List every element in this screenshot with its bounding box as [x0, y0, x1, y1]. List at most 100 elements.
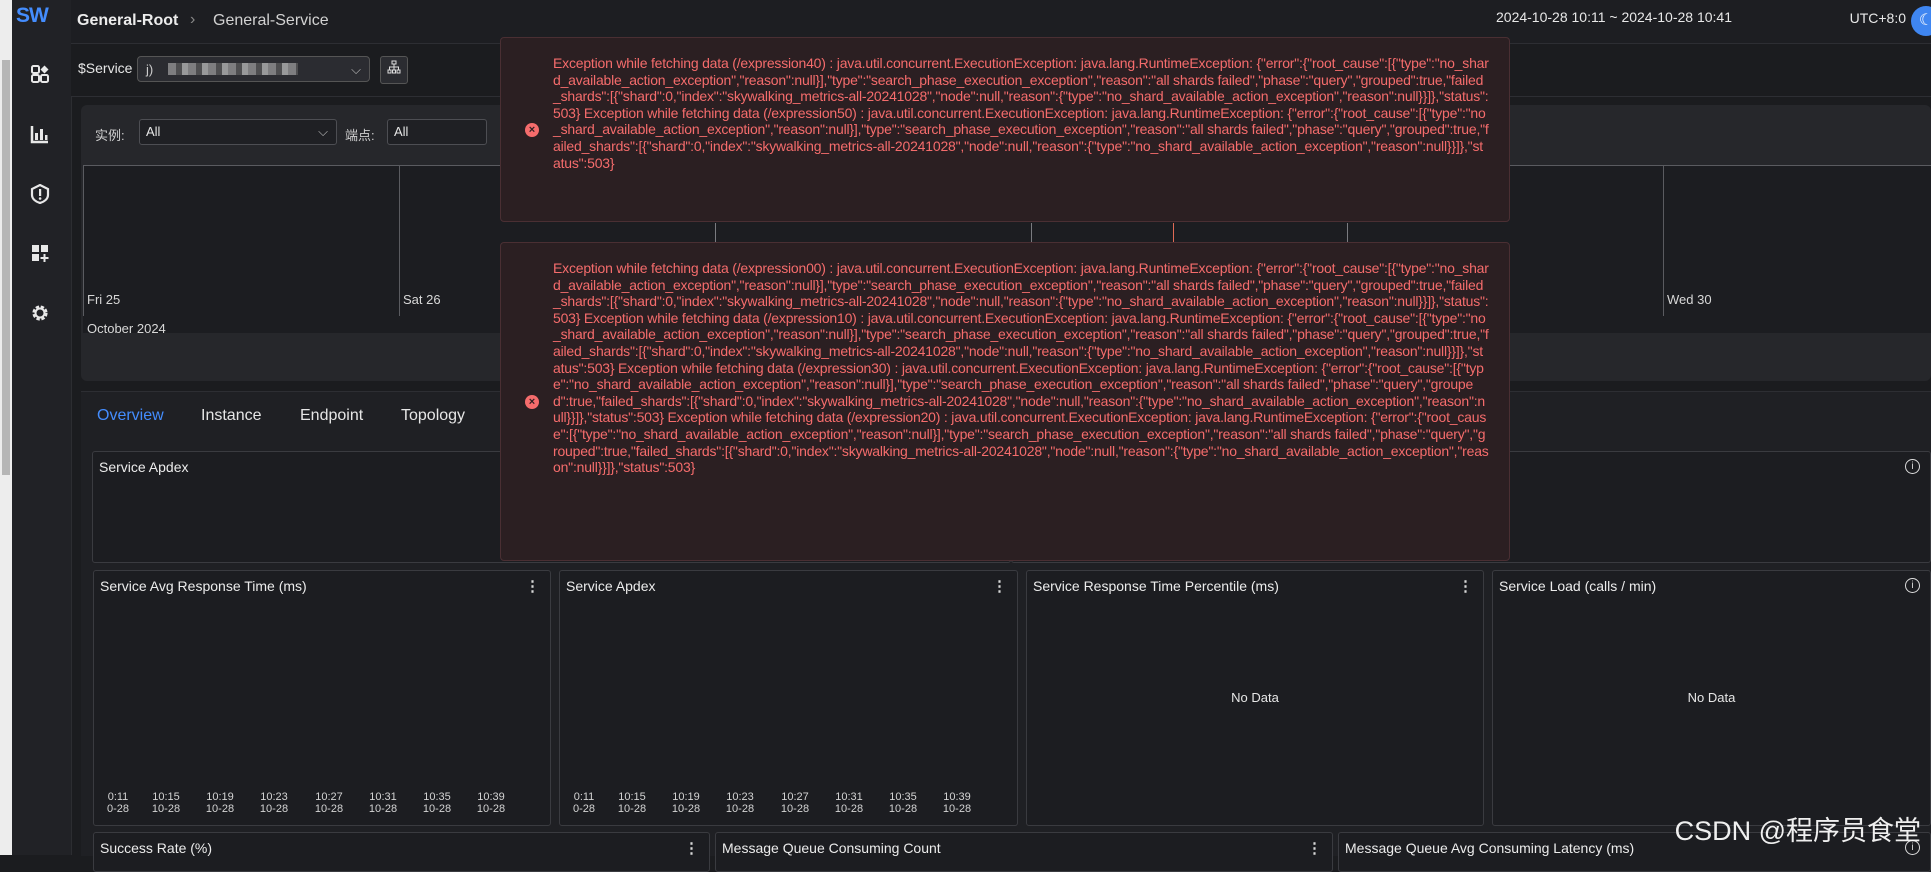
- timeline-tick: [715, 223, 716, 243]
- x-tick-date: 10-28: [422, 803, 452, 815]
- no-data-text: No Data: [1687, 690, 1736, 705]
- error-icon: ×: [525, 395, 539, 409]
- info-icon[interactable]: i: [1905, 578, 1920, 593]
- x-tick-time: 10:31: [369, 791, 397, 803]
- no-data-text: No Data: [1231, 690, 1279, 705]
- instance-label: 实例:: [95, 128, 125, 143]
- breadcrumb-root[interactable]: General-Root: [77, 12, 178, 30]
- timeline-month-label: October 2024: [87, 321, 166, 336]
- widget-title: Message Queue Consuming Count: [722, 840, 941, 856]
- dark-mode-toggle-icon[interactable]: ☾: [1911, 6, 1931, 36]
- x-tick-date: 10-28: [476, 803, 506, 815]
- service-select[interactable]: j) ⌵: [137, 56, 370, 82]
- x-axis-tick: 10:15 10-28: [612, 791, 652, 815]
- x-tick-time: 10:23: [260, 791, 288, 803]
- x-tick-date: 10-28: [834, 803, 864, 815]
- more-menu-icon[interactable]: ⋮: [1307, 839, 1322, 857]
- widget-title: Service Apdex: [566, 578, 656, 594]
- error-notification[interactable]: × Exception while fetching data (/expres…: [500, 37, 1510, 222]
- x-tick-time: 10:35: [423, 791, 451, 803]
- timeline-current-marker: [1173, 223, 1174, 243]
- chart-icon[interactable]: [18, 116, 62, 152]
- x-tick-time: 10:23: [726, 791, 754, 803]
- breadcrumb-separator-icon: ›: [190, 11, 196, 28]
- more-menu-icon[interactable]: ⋮: [1458, 577, 1473, 595]
- x-axis-tick: 10:15 10-28: [146, 791, 186, 815]
- info-icon[interactable]: i: [1905, 459, 1920, 474]
- service-label: $Service: [78, 60, 133, 76]
- timeline-day-label: Wed 30: [1667, 292, 1712, 307]
- widget-title: Service Avg Response Time (ms): [100, 578, 307, 594]
- time-range-picker[interactable]: 2024-10-28 10:11 ~ 2024-10-28 10:41: [1496, 9, 1732, 25]
- dashboard-icon[interactable]: [18, 56, 62, 92]
- more-menu-icon[interactable]: ⋮: [684, 839, 699, 857]
- more-menu-icon[interactable]: ⋮: [525, 577, 540, 595]
- timeline-day-label: Sat 26: [403, 292, 441, 307]
- widget-title: Success Rate (%): [100, 840, 213, 856]
- widget-title: Service Load (calls / min): [1499, 578, 1657, 594]
- x-tick-time: 0:11: [573, 791, 595, 803]
- x-tick-time: 10:19: [206, 791, 234, 803]
- endpoint-label: 端点:: [345, 128, 375, 143]
- endpoint-select[interactable]: All: [387, 119, 487, 145]
- x-tick-date: 10-28: [314, 803, 344, 815]
- widget-title: Service Apdex: [99, 459, 189, 475]
- scrollbar-thumb[interactable]: [2, 60, 10, 475]
- widget-response-percentile: Service Response Time Percentile (ms) ⋮ …: [1026, 570, 1484, 826]
- widget-success-rate: Success Rate (%) ⋮: [93, 832, 710, 872]
- instance-select[interactable]: All ⌵: [139, 119, 337, 145]
- x-axis-tick: 10:31 10-28: [829, 791, 869, 815]
- error-message: Exception while fetching data (/expressi…: [553, 55, 1489, 171]
- x-tick-date: 10-28: [368, 803, 398, 815]
- redacted-text: [168, 63, 298, 75]
- endpoint-select-value: All: [394, 124, 409, 139]
- timeline-tick: [1031, 223, 1032, 243]
- error-notification[interactable]: × Exception while fetching data (/expres…: [500, 242, 1510, 561]
- widget-service-load: Service Load (calls / min) i No Data: [1492, 570, 1931, 826]
- topology-icon[interactable]: [380, 56, 408, 84]
- tab-endpoint[interactable]: Endpoint: [300, 407, 363, 425]
- settings-icon[interactable]: [18, 295, 62, 331]
- x-tick-time: 10:19: [672, 791, 700, 803]
- more-menu-icon[interactable]: ⋮: [992, 577, 1007, 595]
- widget-title: Message Queue Avg Consuming Latency (ms): [1345, 840, 1635, 856]
- x-tick-date: 10-28: [780, 803, 810, 815]
- breadcrumb-current[interactable]: General-Service: [213, 12, 329, 30]
- tab-topology[interactable]: Topology: [401, 407, 465, 425]
- x-tick-time: 10:39: [943, 791, 971, 803]
- x-axis-tick: 10:27 10-28: [775, 791, 815, 815]
- chevron-down-icon: ⌵: [351, 62, 361, 77]
- watermark: CSDN @程序员食堂: [1674, 816, 1921, 846]
- x-axis-tick: 10:39 10-28: [471, 791, 511, 815]
- x-axis-tick: 10:19 10-28: [666, 791, 706, 815]
- widget-add-icon[interactable]: [18, 235, 62, 271]
- x-axis-tick: 10:31 10-28: [363, 791, 403, 815]
- timeline-tick: [1347, 223, 1348, 243]
- x-tick-time: 0:11: [107, 791, 129, 803]
- x-tick-date: 10-28: [205, 803, 235, 815]
- widget-title: Service Response Time Percentile (ms): [1033, 578, 1279, 594]
- x-tick-date: 10-28: [725, 803, 755, 815]
- x-axis-tick: 10:35 10-28: [883, 791, 923, 815]
- x-tick-time: 10:15: [618, 791, 646, 803]
- timezone-label[interactable]: UTC+8:0: [1850, 10, 1906, 26]
- x-axis-tick: 0:11 0-28: [98, 791, 138, 815]
- tab-instance[interactable]: Instance: [201, 407, 261, 425]
- x-axis-tick: 0:11 0-28: [564, 791, 604, 815]
- timeline-day-label: Fri 25: [87, 292, 121, 307]
- x-tick-time: 10:27: [315, 791, 343, 803]
- x-tick-date: 0-28: [106, 803, 130, 815]
- x-tick-date: 10-28: [617, 803, 647, 815]
- timeline-gridline: [1663, 166, 1664, 316]
- x-tick-time: 10:27: [781, 791, 809, 803]
- app-logo[interactable]: SW: [16, 4, 49, 28]
- widget-avg-response-time: Service Avg Response Time (ms) ⋮ 0:11 0-2…: [93, 570, 551, 826]
- x-tick-date: 10-28: [671, 803, 701, 815]
- chevron-down-icon: ⌵: [318, 124, 328, 139]
- tab-overview[interactable]: Overview: [97, 407, 164, 425]
- alarm-icon[interactable]: [18, 176, 62, 212]
- x-axis-tick: 10:35 10-28: [417, 791, 457, 815]
- x-axis-tick: 10:23 10-28: [254, 791, 294, 815]
- x-tick-time: 10:39: [477, 791, 505, 803]
- x-axis-tick: 10:39 10-28: [937, 791, 977, 815]
